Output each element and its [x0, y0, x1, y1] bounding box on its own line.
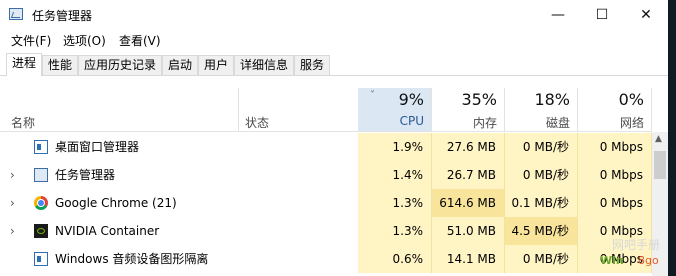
cpu-value: 1.3% [358, 217, 432, 245]
tab-processes[interactable]: 进程 [6, 53, 42, 76]
memory-value: 51.0 MB [432, 217, 505, 245]
nvidia-icon [34, 224, 48, 238]
header-divider [238, 88, 239, 132]
audio-service-icon [34, 252, 48, 266]
network-value: 0 Mbps [578, 133, 652, 161]
header-disk[interactable]: 18% 磁盘 [505, 88, 578, 132]
cpu-label: CPU [399, 114, 424, 128]
tab-users[interactable]: 用户 [198, 55, 234, 75]
disk-value: 0 MB/秒 [505, 133, 578, 161]
minimize-button[interactable]: — [536, 0, 580, 30]
cpu-value: 0.6% [358, 245, 432, 273]
column-header: ˅ 9% CPU 35% 内存 18% 磁盘 0% 网络 [0, 88, 652, 132]
process-row[interactable]: Windows 音频设备图形隔离 0.6% 14.1 MB 0 MB/秒 0 M… [0, 245, 652, 273]
header-status[interactable]: 状态 [245, 114, 269, 131]
scroll-up-icon[interactable]: ▲ [655, 134, 662, 144]
cpu-value: 1.9% [358, 133, 432, 161]
maximize-button[interactable]: ☐ [580, 0, 624, 30]
header-network[interactable]: 0% 网络 [578, 88, 652, 132]
disk-label: 磁盘 [545, 116, 570, 130]
network-total: 0% [618, 90, 644, 109]
desktop-window-manager-icon [34, 140, 48, 154]
process-name: Windows 音频设备图形隔离 [55, 252, 209, 266]
menu-options[interactable]: 选项(O) [63, 32, 106, 49]
close-button[interactable]: ✕ [624, 0, 668, 30]
process-row[interactable]: › Google Chrome (21) 1.3% 614.6 MB 0.1 M… [0, 189, 652, 217]
expand-chevron-icon[interactable]: › [10, 161, 15, 189]
process-row[interactable]: 桌面窗口管理器 1.9% 27.6 MB 0 MB/秒 0 Mbps [0, 133, 652, 161]
task-manager-icon [34, 168, 48, 182]
process-row[interactable]: › NVIDIA Container 1.3% 51.0 MB 4.5 MB/秒… [0, 217, 652, 245]
cpu-total: 9% [398, 90, 424, 109]
memory-value: 14.1 MB [432, 245, 505, 273]
tab-details[interactable]: 详细信息 [234, 55, 294, 75]
task-manager-icon [9, 8, 23, 20]
header-memory[interactable]: 35% 内存 [432, 88, 505, 132]
title-bar[interactable]: 任务管理器 — ☐ ✕ [0, 0, 676, 30]
tab-bar-divider [0, 75, 676, 76]
menu-file[interactable]: 文件(F) [11, 32, 51, 49]
tab-performance[interactable]: 性能 [42, 55, 78, 75]
menu-view[interactable]: 查看(V) [119, 32, 161, 49]
sort-arrow-icon: ˅ [370, 90, 375, 101]
network-value: 0 Mbps [578, 189, 652, 217]
expand-chevron-icon[interactable]: › [10, 217, 15, 245]
disk-value: 0.1 MB/秒 [505, 189, 578, 217]
menu-bar: 文件(F) 选项(O) 查看(V) [0, 30, 676, 50]
process-name: 桌面窗口管理器 [55, 140, 140, 154]
desktop-edge [668, 0, 676, 276]
memory-total: 35% [461, 90, 497, 109]
tab-app-history[interactable]: 应用历史记录 [78, 55, 162, 75]
cpu-value: 1.4% [358, 161, 432, 189]
disk-total: 18% [534, 90, 570, 109]
memory-label: 内存 [472, 116, 497, 130]
disk-value: 4.5 MB/秒 [505, 217, 578, 245]
expand-chevron-icon[interactable]: › [10, 189, 15, 217]
header-cpu[interactable]: ˅ 9% CPU [358, 88, 432, 132]
tab-services[interactable]: 服务 [294, 55, 330, 75]
disk-value: 0 MB/秒 [505, 245, 578, 273]
memory-value: 27.6 MB [432, 133, 505, 161]
chrome-icon [34, 196, 48, 210]
process-row[interactable]: › 任务管理器 1.4% 26.7 MB 0 MB/秒 0 Mbps [0, 161, 652, 189]
network-label: 网络 [619, 116, 644, 130]
process-name: 任务管理器 [55, 168, 116, 182]
memory-value: 614.6 MB [432, 189, 505, 217]
process-name: NVIDIA Container [55, 224, 160, 238]
header-bottom-line [0, 131, 652, 132]
tab-startup[interactable]: 启动 [162, 55, 198, 75]
header-name[interactable]: 名称 [11, 114, 35, 131]
network-value: 0 Mbps [578, 161, 652, 189]
cpu-value: 1.3% [358, 189, 432, 217]
watermark-text: 网吧手册 [612, 238, 661, 252]
process-name: Google Chrome (21) [55, 196, 177, 210]
watermark-brand-left: Win [600, 254, 624, 267]
scroll-thumb[interactable] [654, 151, 666, 179]
memory-value: 26.7 MB [432, 161, 505, 189]
window-title: 任务管理器 [32, 9, 93, 23]
disk-value: 0 MB/秒 [505, 161, 578, 189]
watermark-brand-right: 8go [638, 254, 659, 267]
